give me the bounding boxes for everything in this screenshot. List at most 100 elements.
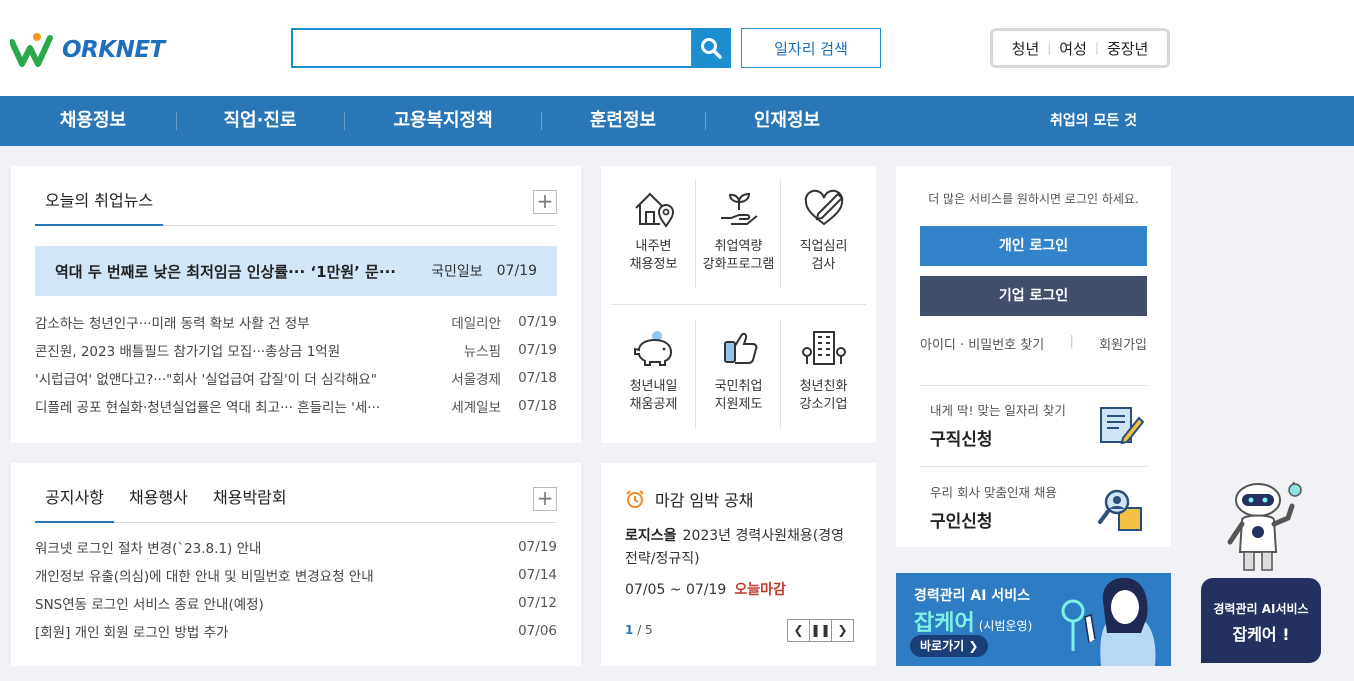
- deadline-controls: ❮ ❚❚ ❯: [787, 619, 854, 642]
- news-more-button[interactable]: +: [533, 190, 557, 214]
- banner-trial: (시범운영): [978, 619, 1033, 633]
- login-message: 더 많은 서비스를 원하시면 로그인 하세요.: [928, 192, 1139, 206]
- tab-job-fair[interactable]: 채용박람회: [213, 485, 287, 523]
- prev-button[interactable]: ❮: [787, 619, 810, 642]
- search-icon: [701, 38, 722, 59]
- nav-item-jobs[interactable]: 채용정보: [46, 96, 140, 146]
- target-youth[interactable]: 청년: [1012, 38, 1040, 59]
- list-item[interactable]: 콘진원, 2023 배틀필드 참가기업 모집···총상금 1억원 뉴스핌 07/…: [35, 336, 557, 364]
- service-psych-test[interactable]: 직업심리 검사: [781, 180, 866, 288]
- nav-all-about-jobs[interactable]: 취업의 모든 것: [1050, 96, 1137, 146]
- deadline-job[interactable]: 로지스올 2023년 경력사원채용(경영전략/정규직): [625, 525, 855, 571]
- notice-date: 07/06: [518, 623, 557, 639]
- news-tab-row: 오늘의 취업뉴스 +: [35, 188, 557, 226]
- nav-item-training[interactable]: 훈련정보: [576, 96, 670, 146]
- main-nav: 채용정보 직업·진로 고용복지정책 훈련정보 인재정보 취업의 모든 것: [0, 96, 1354, 146]
- nav-item-talent[interactable]: 인재정보: [740, 96, 834, 146]
- banner-brand-line: 잡케어 (시범운영): [914, 605, 1032, 637]
- house-pin-icon: [634, 192, 674, 228]
- deadline-period: 07/05 ~ 07/19 오늘마감: [625, 579, 786, 599]
- news-date: 07/18: [518, 370, 557, 386]
- divider: |: [1069, 334, 1074, 349]
- next-button[interactable]: ❯: [831, 619, 854, 642]
- job-search-button[interactable]: 일자리 검색: [741, 28, 881, 68]
- nav-divider: [541, 112, 542, 130]
- list-item[interactable]: 워크넷 로그인 절차 변경(`23.8.1) 안내 07/19: [35, 533, 557, 561]
- list-item[interactable]: 개인정보 유출(의심)에 대한 안내 및 비밀번호 변경요청 안내 07/14: [35, 561, 557, 589]
- news-source: 세계일보: [451, 400, 501, 416]
- list-item[interactable]: '시럽급여' 없앤다고?···"회사 '실업급여 갑질'이 더 심각해요" 서울…: [35, 364, 557, 392]
- deadline-title: 마감 임박 공채: [625, 487, 754, 511]
- service-employability-program[interactable]: 취업역량 강화프로그램: [696, 180, 781, 288]
- notice-more-button[interactable]: +: [533, 487, 557, 511]
- jobcare-banner[interactable]: 경력관리 AI 서비스 잡케어 (시범운영) 바로가기 ❯: [896, 573, 1171, 666]
- service-national-employment[interactable]: 국민취업 지원제도: [696, 320, 781, 428]
- logo-text: ORKNET: [62, 37, 165, 63]
- service-label: 청년친화 강소기업: [799, 379, 848, 412]
- page-total: / 5: [637, 623, 653, 637]
- worknet-logo[interactable]: ORKNET: [10, 30, 165, 70]
- personal-login-button[interactable]: 개인 로그인: [920, 226, 1147, 266]
- nav-item-welfare[interactable]: 고용복지정책: [380, 96, 506, 146]
- service-label: 내주변 채용정보: [629, 239, 678, 272]
- search-button[interactable]: [691, 28, 731, 68]
- robot-card-line2: 잡케어 !: [1232, 625, 1290, 644]
- pause-button[interactable]: ❚❚: [809, 619, 832, 642]
- header: ORKNET 일자리 검색 청년 | 여성 | 중장년: [0, 0, 1354, 96]
- target-middle-aged[interactable]: 중장년: [1107, 38, 1148, 59]
- tab-recruit-event[interactable]: 채용행사: [129, 485, 188, 523]
- heart-pen-icon: [804, 189, 843, 226]
- join-link[interactable]: 회원가입: [1099, 334, 1147, 353]
- service-nearby-jobs[interactable]: 내주변 채용정보: [611, 180, 696, 288]
- banner-title: 경력관리 AI 서비스: [914, 588, 1030, 604]
- service-label: 취업역량 강화프로그램: [702, 239, 775, 272]
- alarm-clock-icon: [626, 490, 644, 508]
- target-women[interactable]: 여성: [1059, 38, 1087, 59]
- building-icon: [801, 331, 846, 365]
- tab-today-news[interactable]: 오늘의 취업뉴스: [35, 188, 164, 226]
- news-source: 뉴스핌: [463, 344, 501, 360]
- jobcare-robot-card[interactable]: 경력관리 AI서비스 잡케어 !: [1201, 578, 1321, 663]
- employer-apply[interactable]: 우리 회사 맞춤인재 채용 구인신청: [930, 482, 1145, 542]
- list-item[interactable]: 감소하는 청년인구···미래 동력 확보 사활 건 정부 데일리안 07/19: [35, 308, 557, 336]
- target-selector: 청년 | 여성 | 중장년: [990, 28, 1170, 68]
- notice-list: 워크넷 로그인 절차 변경(`23.8.1) 안내 07/19 개인정보 유출(…: [35, 533, 557, 645]
- notice-panel: 공지사항 채용행사 채용박람회 + 워크넷 로그인 절차 변경(`23.8.1)…: [11, 463, 581, 666]
- list-item[interactable]: SNS연동 로그인 서비스 종료 안내(예정) 07/12: [35, 589, 557, 617]
- woman-illustration-icon: [1061, 577, 1156, 666]
- headline-date: 07/19: [496, 263, 537, 279]
- find-id-password-link[interactable]: 아이디 · 비밀번호 찾기: [920, 334, 1044, 353]
- deadline-pagination: 1 / 5: [625, 623, 653, 637]
- divider: |: [1094, 41, 1099, 55]
- divider: [611, 304, 866, 305]
- deadline-panel: 마감 임박 공채 로지스올 2023년 경력사원채용(경영전략/정규직) 07/0…: [601, 463, 876, 666]
- service-label: 국민취업 지원제도: [714, 379, 763, 412]
- divider: |: [1047, 41, 1052, 55]
- nav-item-career[interactable]: 직업·진로: [210, 96, 310, 146]
- thumbs-up-icon: [723, 332, 757, 364]
- news-headline[interactable]: 역대 두 번째로 낮은 최저임금 인상률··· ‘1만원’ 문··· 국민일보 …: [35, 246, 557, 296]
- deadline-company: 로지스올: [625, 528, 677, 544]
- banner-brand: 잡케어: [914, 611, 975, 636]
- nav-divider: [705, 112, 706, 130]
- list-item[interactable]: [회원] 개인 회원 로그인 방법 추가 07/06: [35, 617, 557, 645]
- deadline-urgent-badge: 오늘마감: [734, 582, 786, 598]
- service-youth-friendly-company[interactable]: 청년친화 강소기업: [781, 320, 866, 428]
- headline-title: 역대 두 번째로 낮은 최저임금 인상률··· ‘1만원’ 문···: [55, 262, 396, 281]
- magnifier-person-icon: [1098, 489, 1142, 531]
- service-label: 청년내일 채움공제: [629, 379, 678, 412]
- news-title: 디플레 공포 현실화·청년실업률은 역대 최고··· 흔들리는 '세···: [35, 400, 381, 416]
- deadline-title-text: 마감 임박 공채: [655, 491, 754, 510]
- tab-notice[interactable]: 공지사항: [35, 485, 114, 523]
- nav-divider: [176, 112, 177, 130]
- list-item[interactable]: 디플레 공포 현실화·청년실업률은 역대 최고··· 흔들리는 '세··· 세계…: [35, 392, 557, 420]
- hand-sprout-icon: [720, 192, 758, 225]
- banner-go-button[interactable]: 바로가기 ❯: [910, 635, 989, 657]
- divider: [920, 385, 1147, 386]
- service-label: 직업심리 검사: [799, 239, 848, 272]
- search-input[interactable]: [293, 30, 691, 66]
- job-seeker-apply[interactable]: 내게 딱! 맞는 일자리 찾기 구직신청: [930, 400, 1145, 460]
- service-youth-savings[interactable]: 청년내일 채움공제: [611, 320, 696, 428]
- notice-title: 워크넷 로그인 절차 변경(`23.8.1) 안내: [35, 541, 262, 557]
- company-login-button[interactable]: 기업 로그인: [920, 276, 1147, 316]
